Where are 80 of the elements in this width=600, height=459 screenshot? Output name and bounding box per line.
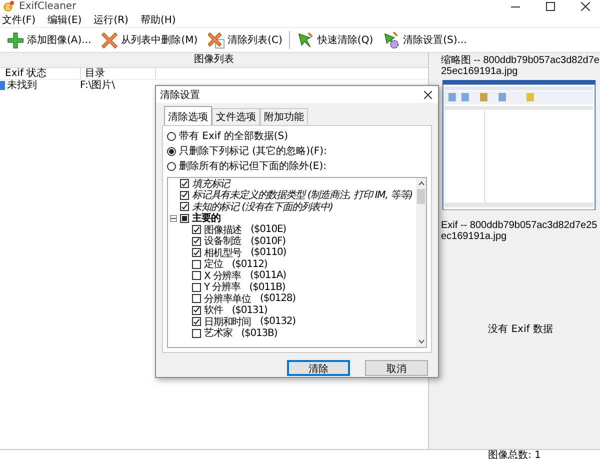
column-header[interactable]: Exif 状态	[0, 68, 81, 79]
tag-code: ($011A)	[250, 270, 286, 282]
tab[interactable]: 附加功能	[260, 108, 308, 125]
toolbar-button[interactable]: 快速清除(Q)	[294, 30, 376, 50]
checkbox[interactable]	[192, 328, 201, 338]
toolbar-button[interactable]: 清除列表(C)	[204, 30, 286, 50]
close-icon[interactable]	[424, 90, 432, 98]
scroll-down-icon[interactable]	[418, 338, 424, 345]
pane-header: 图像列表	[0, 53, 428, 68]
tree-label[interactable]: 相机型号	[204, 246, 242, 260]
collapse-icon[interactable]	[170, 214, 177, 222]
menu-item[interactable]: 文件(F)	[2, 13, 36, 27]
menu-item[interactable]: 帮助(H)	[140, 13, 176, 27]
checkbox[interactable]	[192, 317, 201, 326]
tree-label[interactable]: 定位	[204, 257, 223, 272]
radio-label[interactable]: 只删除下列标记 (其它的忽略)(F):	[179, 144, 327, 158]
window-title: ExifCleaner	[19, 1, 78, 12]
toolbar-button[interactable]: 清除设置(S)...	[380, 30, 470, 50]
tree-label[interactable]: 分辨率单位	[204, 292, 252, 306]
toolbar-button[interactable]: 从列表中删除(M)	[98, 30, 201, 50]
tree-label[interactable]: 软件	[204, 303, 223, 318]
checkbox[interactable]	[192, 282, 201, 292]
checkbox[interactable]	[192, 306, 201, 315]
maximize-icon[interactable]	[546, 2, 555, 11]
tag-code: ($0112)	[232, 258, 268, 270]
close-icon[interactable]	[581, 2, 590, 11]
tag-code: ($0131)	[232, 304, 268, 316]
exif-title: Exif -- 800ddb79b057ac3d82d7e25ec169191a.jpg	[441, 220, 598, 242]
toolbar-button[interactable]: 添加图像(A)...	[4, 30, 94, 50]
tree-label[interactable]: 未知的标记 (没有在下面的列表中)	[192, 200, 333, 214]
cross-list-icon	[208, 32, 225, 48]
tree-label[interactable]: 艺术家	[204, 326, 232, 340]
radio-label[interactable]: 删除所有的标记但下面的除外(E):	[179, 159, 326, 173]
exif-message: 没有 Exif 数据	[487, 323, 554, 336]
radio-label[interactable]: 带有 Exif 的全部数据(S)	[179, 129, 288, 143]
tree-label[interactable]: 主要的	[192, 211, 220, 226]
tag-code: ($0128)	[260, 293, 296, 304]
checkbox[interactable]	[192, 236, 201, 246]
radio-button[interactable]	[167, 132, 176, 140]
tag-code: ($0110)	[250, 247, 286, 258]
checkbox[interactable]	[192, 260, 201, 269]
tag-code: ($010F)	[250, 236, 286, 247]
checkbox[interactable]	[192, 225, 201, 234]
thumbnail-title: 缩略图 -- 800ddb79b057ac3d82d7e25ec169191a.jpg	[441, 54, 600, 77]
tree-label[interactable]: 填充标记	[192, 178, 230, 191]
cross-icon	[101, 32, 118, 48]
tab[interactable]: 清除选项	[164, 106, 212, 125]
scroll-thumb[interactable]	[417, 189, 425, 204]
tag-code: ($010E)	[250, 224, 286, 236]
checkbox[interactable]	[192, 248, 201, 258]
dialog-title: 清除设置	[160, 88, 200, 102]
radio-button[interactable]	[167, 162, 176, 170]
checkbox[interactable]	[180, 214, 189, 223]
checkbox[interactable]	[180, 202, 189, 212]
dialog-button[interactable]: 清除	[287, 360, 350, 376]
tree-label[interactable]: 设备制造	[204, 234, 242, 248]
table-cell: 未找到	[7, 80, 37, 91]
checkbox[interactable]	[180, 179, 189, 188]
tree-label[interactable]: 日期和时间	[204, 314, 252, 329]
tab[interactable]: 文件选项	[212, 108, 260, 125]
tree-label[interactable]: Y 分辨率	[204, 280, 240, 294]
scroll-up-icon[interactable]	[418, 180, 424, 187]
checkbox[interactable]	[180, 190, 189, 200]
dialog-button[interactable]: 取消	[365, 360, 428, 376]
table-cell: F:\图片\	[80, 80, 116, 91]
tree-label[interactable]: 图像描述	[204, 222, 242, 237]
file-icon	[0, 81, 5, 90]
tree-label[interactable]: X 分辨率	[204, 268, 242, 283]
checkbox[interactable]	[192, 294, 201, 304]
checkbox[interactable]	[192, 271, 201, 280]
scrollbar[interactable]	[416, 178, 426, 347]
menu-item[interactable]: 运行(R)	[94, 13, 128, 27]
radio-button[interactable]	[167, 146, 176, 156]
tag-code: ($011B)	[249, 282, 286, 293]
menu-item[interactable]: 编辑(E)	[48, 13, 82, 27]
tag-code: ($0132)	[260, 316, 296, 328]
plus-icon	[7, 32, 24, 48]
tag-code: ($013B)	[241, 328, 278, 339]
tree-label[interactable]: 标记具有未定义的数据类型 (制造商注, 打印 IM, 等等)	[192, 188, 412, 202]
column-header[interactable]: 目录	[81, 68, 156, 79]
